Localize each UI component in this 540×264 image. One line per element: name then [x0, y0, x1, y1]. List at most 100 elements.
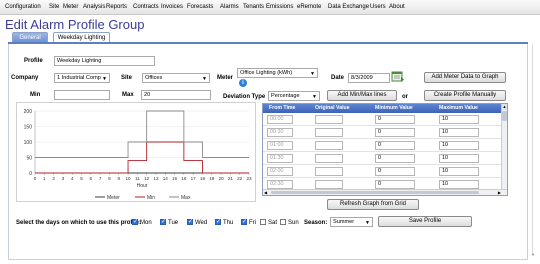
grid-vertical-scrollbar[interactable]: ▲ [501, 104, 507, 191]
from-time-cell[interactable]: 00:00 [267, 115, 293, 124]
meter-select[interactable]: Office Lighting (kWh) ▼ [237, 68, 318, 78]
scroll-up-icon[interactable]: ▲ [502, 104, 507, 110]
menu-item-analysis[interactable]: Analysis [83, 4, 105, 10]
refresh-graph-button[interactable]: Refresh Graph from Grid [327, 199, 419, 210]
day-checkbox-thu[interactable]: Thu [215, 218, 234, 226]
original-value-cell[interactable] [315, 180, 343, 189]
calendar-icon[interactable] [391, 70, 405, 83]
menu-item-configuration[interactable]: Configuration [5, 4, 41, 10]
maximum-value-cell[interactable]: 10 [439, 141, 479, 150]
maximum-value-cell[interactable]: 10 [439, 180, 479, 189]
scroll-left-icon[interactable]: ◀ [264, 190, 267, 195]
legend-label-meter: Meter [107, 195, 120, 201]
min-input[interactable] [54, 90, 110, 100]
day-checkbox-sun[interactable]: Sun [280, 219, 299, 226]
profile-input[interactable]: Weekday Lighting [54, 56, 155, 66]
checkbox-icon[interactable] [280, 219, 286, 225]
save-profile-button[interactable]: Save Profile [378, 216, 472, 227]
meter-label: Meter [217, 75, 234, 81]
profile-grid: From Time Original Value Minimum Value M… [262, 103, 508, 196]
day-checkbox-tue[interactable]: Tue [160, 218, 178, 226]
x-tick-label: 15 [172, 176, 178, 181]
menu-item-tenants[interactable]: Tenants [243, 4, 264, 10]
max-input[interactable]: 20 [141, 90, 211, 100]
checkbox-icon[interactable] [215, 218, 221, 225]
tab-general[interactable]: General [12, 32, 48, 42]
x-tick-label: 16 [181, 176, 187, 181]
minimum-value-cell[interactable]: 0 [375, 141, 415, 150]
site-select-value: Offices [145, 75, 163, 81]
page-scroll-down-icon[interactable]: ▼ [531, 252, 535, 257]
minimum-value-cell[interactable]: 0 [375, 167, 415, 176]
original-value-cell[interactable] [315, 128, 343, 137]
tab-weekday-lighting[interactable]: Weekday Lighting [53, 32, 110, 42]
maximum-value-cell[interactable]: 10 [439, 154, 479, 163]
from-time-cell[interactable]: 00:30 [267, 128, 293, 137]
y-tick-label: 150 [24, 124, 33, 130]
chevron-down-icon: ▼ [310, 71, 315, 77]
checkbox-icon[interactable] [260, 219, 266, 225]
minimum-value-cell[interactable]: 0 [375, 128, 415, 137]
site-select[interactable]: Offices ▼ [142, 73, 210, 83]
menu-item-users[interactable]: Users [370, 4, 386, 10]
chevron-down-icon: ▼ [312, 94, 317, 100]
day-checkbox-wed[interactable]: Wed [187, 218, 207, 226]
menu-item-data-exchange[interactable]: Data Exchange [328, 4, 369, 10]
from-time-cell[interactable]: 01:00 [267, 141, 293, 150]
original-value-cell[interactable] [315, 141, 343, 150]
menu-item-emissions[interactable]: Emissions [266, 4, 293, 10]
hscroll-thumb[interactable] [271, 191, 479, 194]
maximum-value-cell[interactable]: 10 [439, 128, 479, 137]
checkbox-icon[interactable] [160, 218, 166, 225]
menu-item-invoices[interactable]: Invoices [161, 4, 183, 10]
x-axis-label: Hour [137, 183, 148, 189]
day-checkbox-mon[interactable]: Mon [132, 218, 152, 226]
minimum-value-cell[interactable]: 0 [375, 154, 415, 163]
day-checkbox-sat[interactable]: Sat [260, 219, 277, 226]
add-meter-data-button[interactable]: Add Meter Data to Graph [424, 72, 506, 83]
from-time-cell[interactable]: 02:00 [267, 167, 293, 176]
table-row: 02:00 0 10 [263, 165, 503, 178]
from-time-cell[interactable]: 01:30 [267, 154, 293, 163]
original-value-cell[interactable] [315, 115, 343, 124]
add-min-max-lines-button[interactable]: Add Min/Max lines [327, 90, 397, 101]
menu-item-reports[interactable]: Reports [106, 4, 127, 10]
menu-bar: Configuration Site Meter Analysis Reports Con… [0, 0, 540, 15]
menu-item-alarms[interactable]: Alarms [220, 4, 239, 10]
day-label: Thu [223, 219, 234, 226]
scroll-right-icon[interactable]: ▶ [498, 190, 501, 195]
menu-item-meter[interactable]: Meter [63, 4, 78, 10]
date-input[interactable]: 8/3/2009 [348, 73, 390, 83]
menu-item-about[interactable]: About [389, 4, 405, 10]
deviation-type-select[interactable]: Percentage ▼ [268, 91, 320, 101]
profile-chart: 0 50 100 150 200 0 1 2 3 4 5 6 7 8 9 10 11 12 13 14 15 16 17 18… [16, 102, 256, 202]
checkbox-icon[interactable] [187, 218, 193, 225]
or-label: or [402, 94, 408, 100]
days-label: Select the days on which to use this pro… [16, 220, 142, 226]
menu-item-eremote[interactable]: eRemote [297, 4, 321, 10]
menu-item-site[interactable]: Site [49, 4, 59, 10]
create-profile-manually-button[interactable]: Create Profile Manually [424, 90, 506, 101]
maximum-value-cell[interactable]: 10 [439, 167, 479, 176]
x-tick-label: 14 [163, 176, 169, 181]
x-tick-label: 10 [125, 176, 131, 181]
day-checkbox-fri[interactable]: Fri [241, 218, 256, 226]
scroll-thumb[interactable] [502, 111, 507, 121]
checkbox-icon[interactable] [132, 218, 138, 225]
menu-item-forecasts[interactable]: Forecasts [187, 4, 213, 10]
season-select[interactable]: Summer ▼ [330, 217, 373, 227]
menu-item-contracts[interactable]: Contracts [133, 4, 159, 10]
original-value-cell[interactable] [315, 154, 343, 163]
grid-header-maximum-value: Maximum Value [439, 105, 478, 111]
from-time-cell[interactable]: 02:30 [267, 180, 293, 189]
x-tick-label: 21 [228, 176, 234, 181]
info-icon[interactable]: i [239, 79, 247, 87]
checkbox-icon[interactable] [241, 218, 247, 225]
original-value-cell[interactable] [315, 167, 343, 176]
maximum-value-cell[interactable]: 10 [439, 115, 479, 124]
company-select[interactable]: 1 Industrial Comp ▼ [54, 73, 110, 83]
season-label: Season: [304, 220, 328, 226]
minimum-value-cell[interactable]: 0 [375, 115, 415, 124]
minimum-value-cell[interactable]: 0 [375, 180, 415, 189]
grid-horizontal-scrollbar[interactable]: ◀ ▶ [263, 189, 507, 195]
